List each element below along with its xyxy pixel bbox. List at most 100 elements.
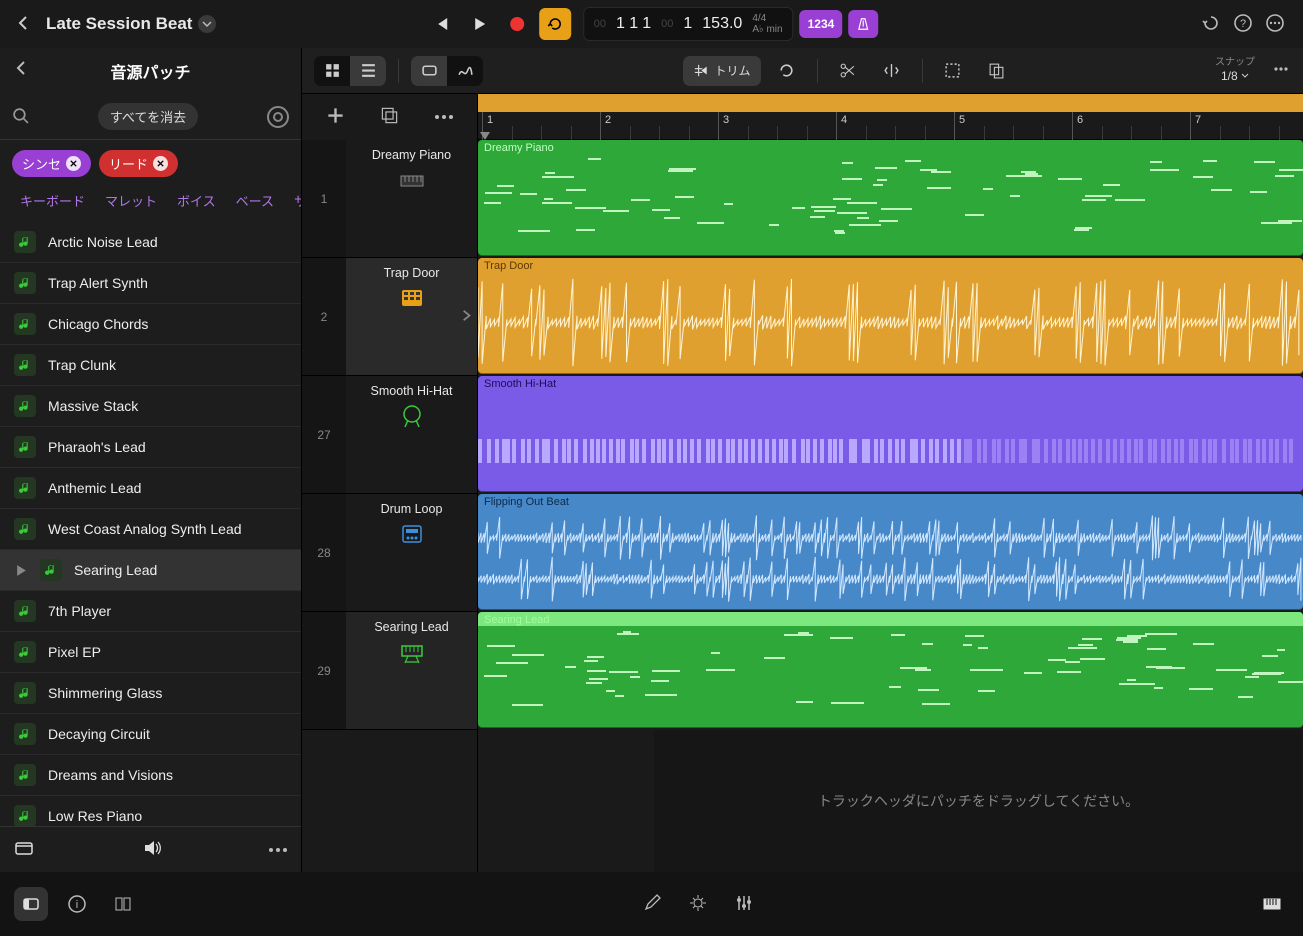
metronome-button[interactable]	[848, 10, 878, 38]
region[interactable]: Trap Door	[478, 258, 1303, 374]
track-header[interactable]: 27Smooth Hi-Hat	[302, 376, 477, 494]
region[interactable]: Flipping Out Beat	[478, 494, 1303, 610]
track-number: 27	[302, 376, 346, 493]
instrument-icon	[14, 231, 36, 253]
lcd-locator: 1	[683, 15, 692, 33]
function-bar: トリム スナップ 1/8	[302, 48, 1303, 94]
clear-filters-button[interactable]: すべてを消去	[98, 103, 198, 130]
mixer-icon[interactable]	[734, 893, 754, 916]
patch-item[interactable]: Searing Lead	[0, 550, 301, 591]
help-icon[interactable]: ?	[1233, 13, 1253, 36]
track-header[interactable]: 29Searing Lead	[302, 612, 477, 730]
funcbar-more-icon[interactable]	[1271, 59, 1291, 82]
library-icon[interactable]	[14, 838, 34, 861]
ruler[interactable]: 1234567	[478, 94, 1303, 140]
move-tool-button[interactable]	[979, 56, 1015, 86]
patch-item[interactable]: Pharaoh's Lead	[0, 427, 301, 468]
patch-item[interactable]: West Coast Analog Synth Lead	[0, 509, 301, 550]
browser-sidebar: 音源パッチ すべてを消去 シンセリード キーボードマレットボイスベースサウ Ar…	[0, 48, 302, 872]
control-bar: i	[0, 872, 1303, 936]
patch-name: Low Res Piano	[48, 808, 142, 824]
drop-hint: トラックヘッダにパッチをドラッグしてください。	[654, 730, 1303, 872]
view-list-button[interactable]	[350, 56, 386, 86]
patch-item[interactable]: Low Res Piano	[0, 796, 301, 826]
category-chip[interactable]: マレット	[97, 187, 165, 214]
category-chip[interactable]: ボイス	[169, 187, 224, 214]
instrument-icon	[14, 723, 36, 745]
patch-item[interactable]: Chicago Chords	[0, 304, 301, 345]
patch-item[interactable]: Trap Alert Synth	[0, 263, 301, 304]
cycle-button[interactable]	[539, 8, 571, 40]
filter-tag[interactable]: リード	[99, 150, 178, 177]
play-button[interactable]	[463, 8, 495, 40]
info-button[interactable]: i	[60, 887, 94, 921]
region[interactable]: Searing Lead	[478, 612, 1303, 728]
instrument-icon	[14, 641, 36, 663]
patch-name: Decaying Circuit	[48, 726, 150, 742]
track-name: Dreamy Piano	[372, 148, 451, 162]
instrument-icon	[14, 682, 36, 704]
patch-item[interactable]: 7th Player	[0, 591, 301, 632]
patch-name: West Coast Analog Synth Lead	[48, 521, 242, 537]
trackheader-more-icon[interactable]	[435, 115, 453, 119]
trim-tool-button[interactable]: トリム	[683, 56, 760, 86]
track-number: 2	[302, 258, 346, 375]
brush-tool-icon[interactable]	[688, 893, 708, 916]
project-dropdown-icon[interactable]	[198, 15, 216, 33]
patch-item[interactable]: Shimmering Glass	[0, 673, 301, 714]
chevron-right-icon[interactable]	[459, 308, 473, 325]
browser-back-icon[interactable]	[14, 60, 30, 79]
pencil-tool-icon[interactable]	[642, 893, 662, 916]
svg-text:?: ?	[1240, 18, 1246, 30]
remove-tag-icon[interactable]	[153, 156, 168, 171]
add-track-icon[interactable]	[326, 106, 345, 128]
patch-item[interactable]: Trap Clunk	[0, 345, 301, 386]
region[interactable]: Dreamy Piano	[478, 140, 1303, 256]
scissors-tool-button[interactable]	[830, 56, 866, 86]
sound-packs-icon[interactable]	[267, 106, 289, 128]
category-chip[interactable]: キーボード	[12, 187, 93, 214]
cycle-region[interactable]	[478, 94, 1303, 112]
patch-item[interactable]: Decaying Circuit	[0, 714, 301, 755]
keyboard-icon[interactable]	[1255, 887, 1289, 921]
track-number: 28	[302, 494, 346, 611]
patch-item[interactable]: Anthemic Lead	[0, 468, 301, 509]
panels-button[interactable]	[106, 887, 140, 921]
patch-item[interactable]: Pixel EP	[0, 632, 301, 673]
track-header[interactable]: 1Dreamy Piano	[302, 140, 477, 258]
view-grid-button[interactable]	[314, 56, 350, 86]
filter-tag[interactable]: シンセ	[12, 150, 91, 177]
speaker-icon[interactable]	[142, 838, 162, 861]
countin-button[interactable]: 1234	[800, 10, 843, 38]
back-icon[interactable]	[16, 15, 32, 34]
sidebar-more-icon[interactable]	[269, 848, 287, 852]
patch-item[interactable]: Arctic Noise Lead	[0, 222, 301, 263]
instrument-icon	[14, 354, 36, 376]
automation-button[interactable]	[447, 56, 483, 86]
lcd-beats: 1	[642, 15, 651, 33]
category-chip[interactable]: ベース	[228, 187, 282, 214]
display-mode-button[interactable]	[411, 56, 447, 86]
record-button[interactable]	[501, 8, 533, 40]
snap-menu[interactable]: スナップ 1/8	[1215, 57, 1255, 83]
undo-icon[interactable]	[1201, 13, 1221, 36]
patch-item[interactable]: Dreams and Visions	[0, 755, 301, 796]
lcd-timesig: 4/4	[752, 13, 766, 24]
track-header[interactable]: 28Drum Loop	[302, 494, 477, 612]
category-chip[interactable]: サウ	[286, 187, 301, 214]
track-header[interactable]: 2Trap Door	[302, 258, 477, 376]
lcd-display[interactable]: 00 1 11 00 1 153.0 4/4A♭ min	[583, 7, 794, 41]
more-icon[interactable]	[1265, 13, 1285, 36]
duplicate-track-icon[interactable]	[380, 106, 399, 128]
marquee-tool-button[interactable]	[935, 56, 971, 86]
track-icon	[398, 520, 426, 548]
go-to-start-button[interactable]	[425, 8, 457, 40]
search-icon[interactable]	[12, 107, 29, 127]
region[interactable]: Smooth Hi-Hat	[478, 376, 1303, 492]
play-icon	[14, 564, 28, 577]
patch-item[interactable]: Massive Stack	[0, 386, 301, 427]
loop-tool-button[interactable]	[769, 56, 805, 86]
split-tool-button[interactable]	[874, 56, 910, 86]
browser-toggle-button[interactable]	[14, 887, 48, 921]
remove-tag-icon[interactable]	[66, 156, 81, 171]
